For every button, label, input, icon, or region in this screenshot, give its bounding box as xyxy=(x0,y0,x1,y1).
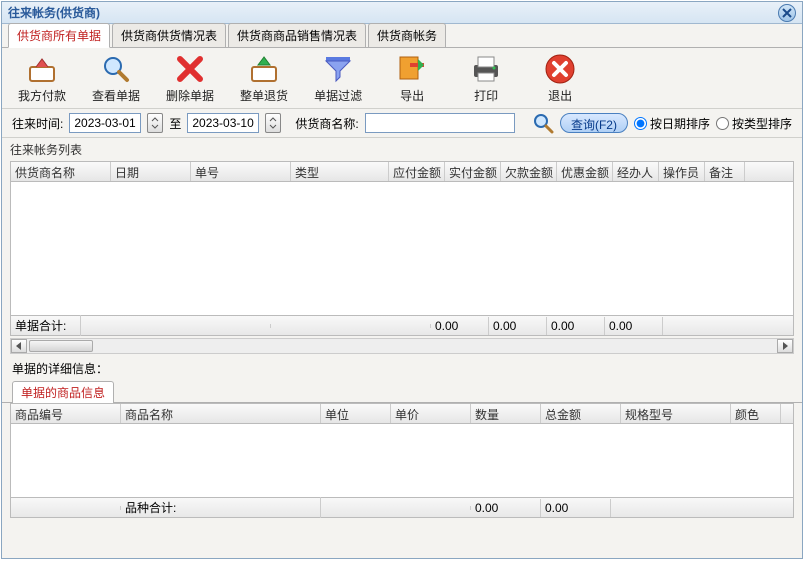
return-label: 整单退货 xyxy=(240,87,288,104)
grid1-sum-0: 0.00 xyxy=(431,317,489,335)
grid2-header: 商品编号商品名称单位单价数量总金额规格型号颜色 xyxy=(11,404,793,424)
export-button[interactable]: 导出 xyxy=(388,53,436,104)
return-button[interactable]: 整单退货 xyxy=(240,53,288,104)
grid2-sum-0: 0.00 xyxy=(471,499,541,517)
grid2-sum-1: 0.00 xyxy=(541,499,611,517)
window-frame: 往来帐务(供货商) 供货商所有单据 供货商供货情况表 供货商商品销售情况表 供货… xyxy=(1,1,803,559)
scroll-thumb[interactable] xyxy=(29,340,93,352)
grid1-sum-3: 0.00 xyxy=(605,317,663,335)
grid1-col-4[interactable]: 应付金额 xyxy=(389,162,445,181)
date-label: 往来时间: xyxy=(12,115,63,132)
filter-button[interactable]: 单据过滤 xyxy=(314,53,362,104)
view-label: 查看单据 xyxy=(92,87,140,104)
grid2-col-4[interactable]: 数量 xyxy=(471,404,541,423)
print-label: 打印 xyxy=(474,87,498,104)
pay-icon xyxy=(26,53,58,85)
print-button[interactable]: 打印 xyxy=(462,53,510,104)
date-to-input[interactable] xyxy=(187,113,259,133)
delete-icon xyxy=(174,53,206,85)
grid1-col-7[interactable]: 优惠金额 xyxy=(557,162,613,181)
search-icon-button[interactable] xyxy=(532,112,554,134)
grid1-col-2[interactable]: 单号 xyxy=(191,162,291,181)
exit-icon xyxy=(544,53,576,85)
grid2-col-0[interactable]: 商品编号 xyxy=(11,404,121,423)
close-icon xyxy=(782,8,792,18)
print-icon xyxy=(470,53,502,85)
supplier-label: 供货商名称: xyxy=(295,115,358,132)
date-to-stepper[interactable] xyxy=(265,113,281,133)
exit-button[interactable]: 退出 xyxy=(536,53,584,104)
sort-by-type-radio[interactable]: 按类型排序 xyxy=(716,115,792,132)
export-icon xyxy=(396,53,428,85)
date-from-input[interactable] xyxy=(69,113,141,133)
tab-supply-status[interactable]: 供货商供货情况表 xyxy=(112,23,226,47)
grid2-sum-label: 品种合计: xyxy=(121,497,321,518)
exit-label: 退出 xyxy=(548,87,572,104)
detail-title: 单据的详细信息： xyxy=(2,356,802,381)
grid1-col-10[interactable]: 备注 xyxy=(705,162,745,181)
filter-label: 单据过滤 xyxy=(314,87,362,104)
grid1-sum-row: 单据合计:0.000.000.000.00 xyxy=(11,315,793,335)
grid2-col-7[interactable]: 颜色 xyxy=(731,404,781,423)
pay-button[interactable]: 我方付款 xyxy=(18,53,66,104)
grid1-title: 往来帐务列表 xyxy=(2,138,802,161)
sort-by-date-radio[interactable]: 按日期排序 xyxy=(634,115,710,132)
grid1-header: 供货商名称日期单号类型应付金额实付金额欠款金额优惠金额经办人操作员备注 xyxy=(11,162,793,182)
grid2-col-6[interactable]: 规格型号 xyxy=(621,404,731,423)
main-tabstrip: 供货商所有单据 供货商供货情况表 供货商商品销售情况表 供货商帐务 xyxy=(2,24,802,48)
grid1-col-9[interactable]: 操作员 xyxy=(659,162,705,181)
grid1-col-8[interactable]: 经办人 xyxy=(613,162,659,181)
date-from-stepper[interactable] xyxy=(147,113,163,133)
grid1-col-3[interactable]: 类型 xyxy=(291,162,389,181)
scroll-left-arrow[interactable] xyxy=(11,339,27,353)
delete-button[interactable]: 删除单据 xyxy=(166,53,214,104)
titlebar: 往来帐务(供货商) xyxy=(2,2,802,24)
grid2-col-3[interactable]: 单价 xyxy=(391,404,471,423)
grid1-col-6[interactable]: 欠款金额 xyxy=(501,162,557,181)
accounts-grid: 供货商名称日期单号类型应付金额实付金额欠款金额优惠金额经办人操作员备注 单据合计… xyxy=(10,161,794,336)
grid2-sum-row: 品种合计: 0.000.00 xyxy=(11,497,793,517)
toolbar: 我方付款 查看单据 删除单据 整单退货 单据过滤 导出 打印 退出 xyxy=(2,48,802,108)
tab-sales-status[interactable]: 供货商商品销售情况表 xyxy=(228,23,366,47)
detail-grid: 商品编号商品名称单位单价数量总金额规格型号颜色 品种合计: 0.000.00 xyxy=(10,403,794,518)
return-icon xyxy=(248,53,280,85)
grid2-col-1[interactable]: 商品名称 xyxy=(121,404,321,423)
supplier-input[interactable] xyxy=(365,113,515,133)
grid1-sum-label: 单据合计: xyxy=(11,315,81,336)
grid1-hscrollbar[interactable] xyxy=(10,338,794,354)
grid2-body[interactable] xyxy=(11,424,793,497)
detail-tabstrip: 单据的商品信息 xyxy=(2,381,802,403)
filter-icon xyxy=(322,53,354,85)
grid1-body[interactable] xyxy=(11,182,793,315)
grid1-sum-2: 0.00 xyxy=(547,317,605,335)
grid1-sum-1: 0.00 xyxy=(489,317,547,335)
grid2-col-5[interactable]: 总金额 xyxy=(541,404,621,423)
filter-bar: 往来时间: 至 供货商名称: 查询(F2) 按日期排序 按类型排序 xyxy=(2,108,802,138)
pay-label: 我方付款 xyxy=(18,87,66,104)
delete-label: 删除单据 xyxy=(166,87,214,104)
to-label: 至 xyxy=(169,115,181,132)
grid1-col-5[interactable]: 实付金额 xyxy=(445,162,501,181)
query-button[interactable]: 查询(F2) xyxy=(560,113,628,133)
tab-accounts[interactable]: 供货商帐务 xyxy=(368,23,446,47)
window-title: 往来帐务(供货商) xyxy=(8,4,100,21)
tab-all-documents[interactable]: 供货商所有单据 xyxy=(8,23,110,48)
export-label: 导出 xyxy=(400,87,424,104)
view-button[interactable]: 查看单据 xyxy=(92,53,140,104)
grid1-col-0[interactable]: 供货商名称 xyxy=(11,162,111,181)
scroll-right-arrow[interactable] xyxy=(777,339,793,353)
magnifier-icon xyxy=(100,53,132,85)
window-close-button[interactable] xyxy=(778,4,796,22)
grid1-col-1[interactable]: 日期 xyxy=(111,162,191,181)
grid2-col-2[interactable]: 单位 xyxy=(321,404,391,423)
tab-product-info[interactable]: 单据的商品信息 xyxy=(12,381,114,403)
